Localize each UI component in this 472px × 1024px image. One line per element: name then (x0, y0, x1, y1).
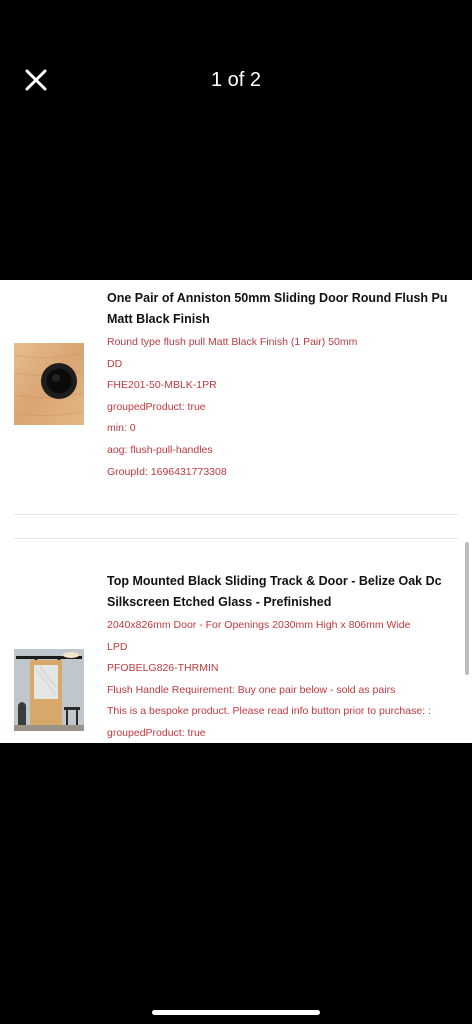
product-info: One Pair of Anniston 50mm Sliding Door R… (107, 288, 460, 483)
product-sheet[interactable]: One Pair of Anniston 50mm Sliding Door R… (0, 280, 472, 743)
product-handle-requirement: Flush Handle Requirement: Buy one pair b… (107, 683, 396, 696)
divider (14, 514, 458, 515)
product-info: Top Mounted Black Sliding Track & Door -… (107, 571, 460, 743)
product-min: min: 0 (107, 422, 136, 435)
product-sku: PFOBELG826-THRMIN (107, 662, 219, 675)
product-image-flush-pull (14, 343, 84, 425)
product-group-id: GroupId: 1696431773308 (107, 465, 227, 478)
product-brand-code: DD (107, 357, 123, 370)
viewer-header: 1 of 2 (0, 0, 472, 160)
home-indicator[interactable] (152, 1010, 320, 1015)
product-title-line2[interactable]: Matt Black Finish (107, 309, 460, 330)
product-description: 2040x826mm Door - For Openings 2030mm Hi… (107, 619, 411, 631)
product-aog: aog: flush-pull-handles (107, 443, 213, 456)
product-bespoke-note: This is a bespoke product. Please read i… (107, 705, 431, 718)
product-title-line1[interactable]: One Pair of Anniston 50mm Sliding Door R… (107, 288, 460, 309)
product-sku: FHE201-50-MBLK-1PR (107, 379, 217, 392)
product-title-line2[interactable]: Silkscreen Etched Glass - Prefinished (107, 592, 460, 613)
product-image-sliding-door (14, 649, 84, 731)
product-title-line1[interactable]: Top Mounted Black Sliding Track & Door -… (107, 571, 460, 592)
product-brand-code: LPD (107, 640, 128, 653)
product-grouped: groupedProduct: true (107, 400, 206, 413)
divider (14, 538, 458, 539)
page-counter: 1 of 2 (210, 69, 262, 91)
scrollbar[interactable] (465, 542, 469, 675)
product-description: Round type flush pull Matt Black Finish … (107, 336, 358, 348)
product-grouped: groupedProduct: true (107, 726, 206, 739)
